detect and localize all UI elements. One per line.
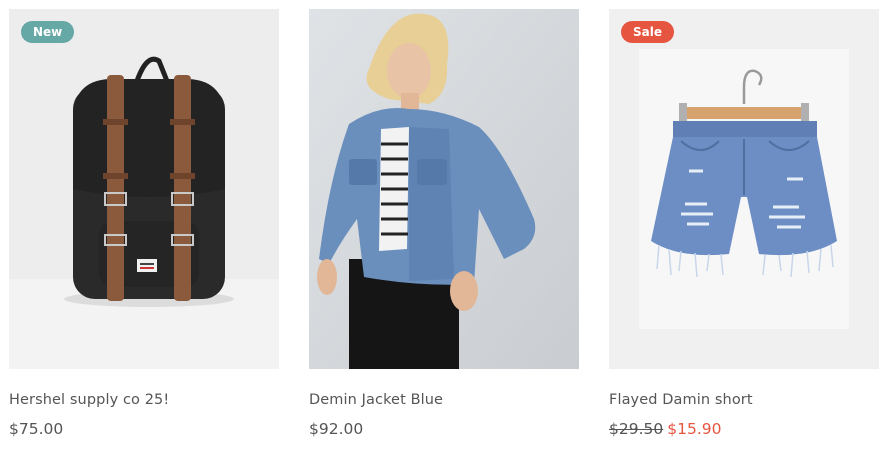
product-card: New Hershel supply co 25! $75.00 — [9, 9, 279, 439]
new-badge: New — [21, 21, 75, 43]
product-image[interactable]: Sale — [609, 9, 879, 369]
backpack-image — [9, 9, 279, 369]
original-price: $29.50 — [609, 420, 664, 438]
product-price: $75.00 — [9, 420, 64, 438]
product-name[interactable]: Demin Jacket Blue — [309, 391, 579, 409]
product-card: Sale Flayed Damin short $29.50 $15.90 — [609, 9, 879, 439]
product-image[interactable]: New — [9, 9, 279, 369]
product-price: $92.00 — [309, 420, 364, 438]
sale-price: $15.90 — [667, 420, 722, 438]
product-image[interactable] — [309, 9, 579, 369]
denim-jacket-image — [309, 9, 579, 369]
sale-badge: Sale — [621, 21, 674, 43]
product-name[interactable]: Hershel supply co 25! — [9, 391, 279, 409]
product-price: $29.50 $15.90 — [609, 419, 879, 439]
product-name[interactable]: Flayed Damin short — [609, 391, 879, 409]
product-card: Demin Jacket Blue $92.00 — [309, 9, 579, 439]
denim-shorts-image — [609, 9, 879, 369]
